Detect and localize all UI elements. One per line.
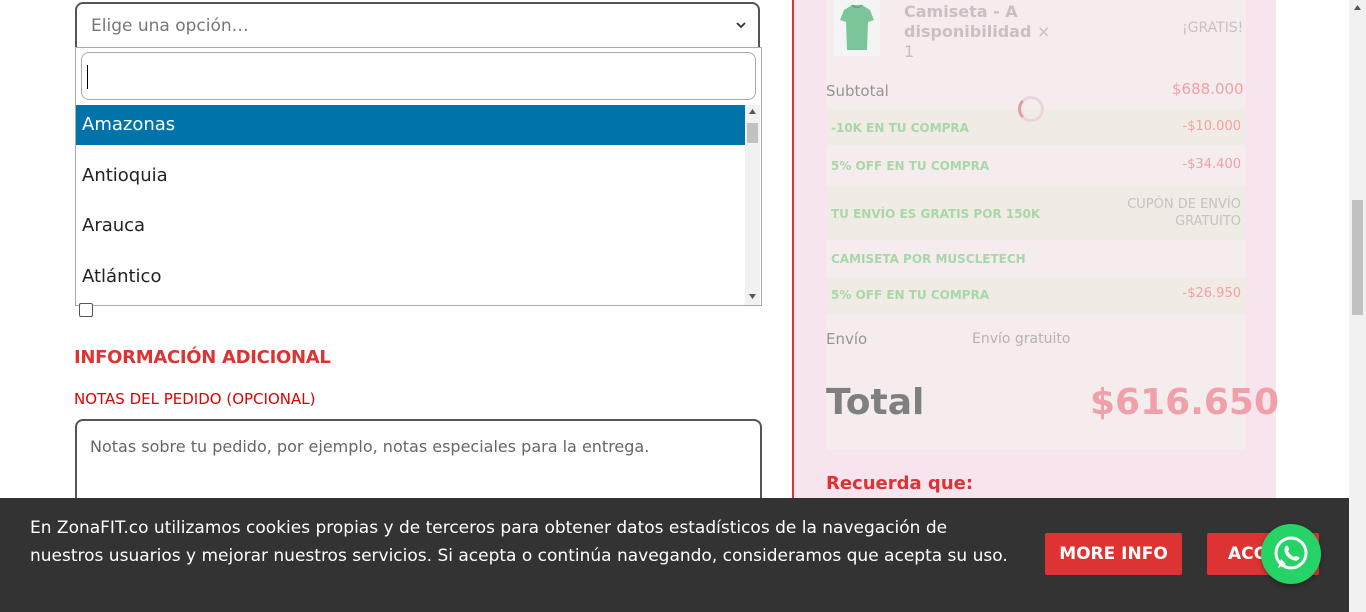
total-value: $616.650: [1090, 382, 1280, 423]
notes-placeholder: Notas sobre tu pedido, por ejemplo, nota…: [90, 437, 650, 456]
discount-label: 5% OFF EN TU COMPRA: [831, 159, 990, 173]
select-dropdown: Amazonas Antioquia Arauca Atlántico: [75, 47, 762, 306]
discount-label: CAMISETA POR MUSCLETECH: [831, 252, 1026, 266]
additional-info-title: INFORMACIÓN ADICIONAL: [74, 347, 331, 368]
page-scroll-up-icon[interactable]: [1353, 4, 1362, 12]
ship-different-checkbox[interactable]: [79, 303, 93, 317]
whatsapp-button[interactable]: [1261, 524, 1321, 584]
shipping-value: Envío gratuito: [972, 331, 1071, 347]
discount-label: 5% OFF EN TU COMPRA: [831, 288, 990, 302]
discount-label: TU ENVÍO ES GRATIS POR 150K: [831, 207, 1041, 221]
whatsapp-icon: [1274, 536, 1308, 570]
scroll-down-icon[interactable]: [748, 292, 757, 300]
loading-spinner-icon: [1018, 96, 1044, 122]
product-name: Camiseta - A disponibilidad × 1: [904, 2, 1051, 61]
order-notes-label: NOTAS DEL PEDIDO (OPCIONAL): [74, 390, 316, 408]
product-price: ¡GRATIS!: [1182, 20, 1244, 36]
page-scrollbar[interactable]: [1349, 0, 1366, 612]
option-arauca[interactable]: Arauca: [76, 206, 745, 246]
discount-value: CUPÓN DE ENVÍO GRATUITO: [1127, 197, 1241, 229]
cookie-text: En ZonaFIT.co utilizamos cookies propias…: [30, 518, 1008, 566]
option-list: Amazonas Antioquia Arauca Atlántico: [76, 105, 745, 305]
discount-label: -10K EN TU COMPRA: [831, 121, 969, 135]
more-info-button[interactable]: MORE INFO: [1045, 533, 1182, 575]
discount-row: CAMISETA POR MUSCLETECH: [826, 242, 1246, 276]
discount-value: -$34.400: [1182, 157, 1241, 172]
subtotal-label: Subtotal: [826, 82, 889, 100]
cookie-banner: En ZonaFIT.co utilizamos cookies propias…: [0, 498, 1349, 612]
discount-value: -$10.000: [1182, 119, 1241, 134]
dropdown-scrollbar[interactable]: [745, 105, 760, 305]
dropdown-scroll-thumb[interactable]: [747, 123, 758, 143]
dropdown-search-input[interactable]: [81, 52, 756, 100]
discount-row: 5% OFF EN TU COMPRA -$26.950: [826, 278, 1246, 314]
text-caret: [87, 65, 88, 89]
subtotal-value: $688.000: [1172, 80, 1244, 98]
select-placeholder: Elige una opción…: [91, 16, 249, 36]
reminder-title: Recuerda que:: [826, 473, 974, 494]
total-label: Total: [826, 382, 925, 423]
scroll-up-icon[interactable]: [748, 108, 757, 116]
department-select[interactable]: Elige una opción…: [75, 2, 760, 48]
discount-row: 5% OFF EN TU COMPRA -$34.400: [826, 147, 1246, 183]
option-atlantico[interactable]: Atlántico: [76, 257, 745, 297]
option-antioquia[interactable]: Antioquia: [76, 156, 745, 196]
option-amazonas[interactable]: Amazonas: [76, 105, 745, 145]
discount-row: TU ENVÍO ES GRATIS POR 150K CUPÓN DE ENV…: [826, 186, 1246, 240]
discount-value: -$26.950: [1182, 286, 1241, 301]
chevron-down-icon: [736, 22, 746, 29]
product-thumbnail: [834, 0, 880, 56]
page-scroll-thumb[interactable]: [1352, 200, 1363, 315]
shipping-label: Envío: [826, 330, 868, 348]
